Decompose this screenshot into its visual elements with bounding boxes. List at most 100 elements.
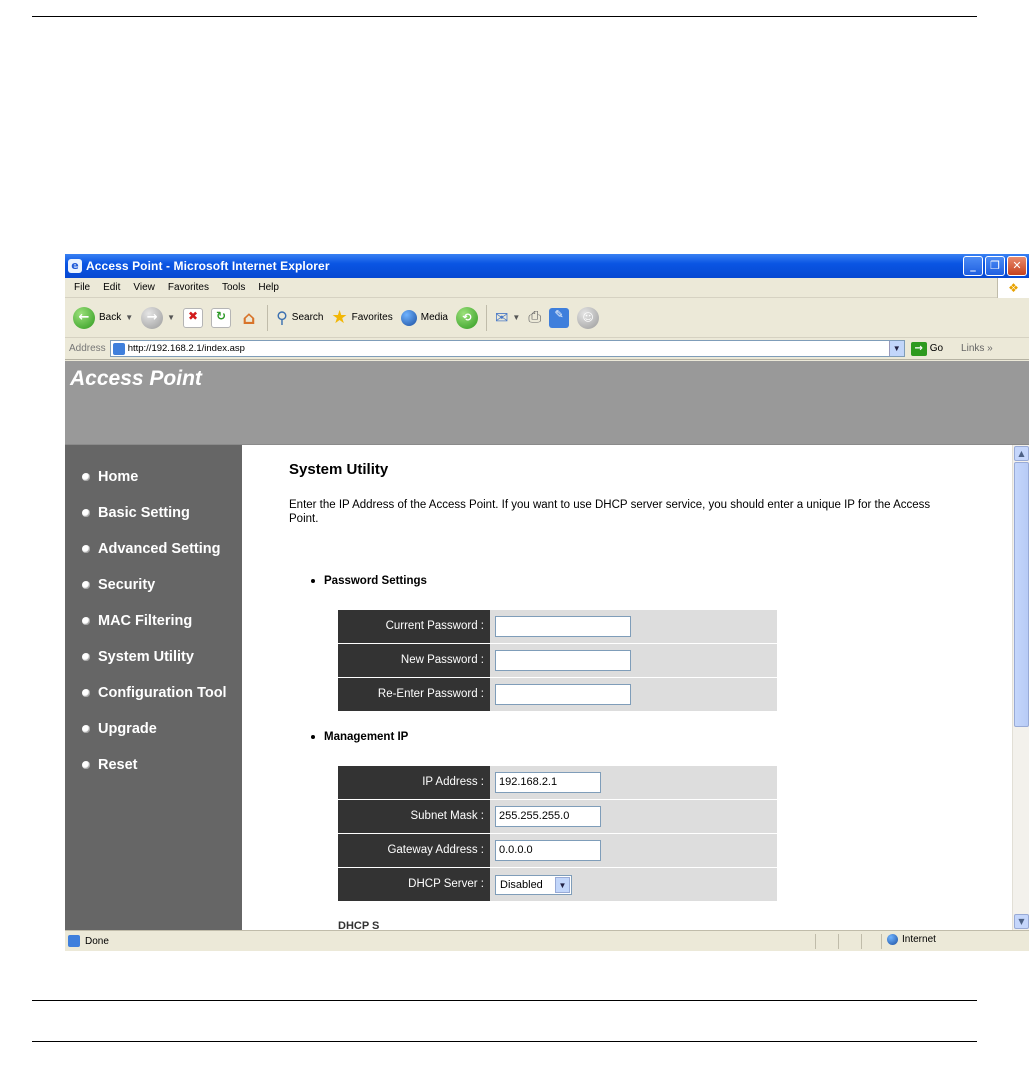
mail-icon: ✉ — [495, 309, 509, 327]
page-top-rule — [32, 16, 977, 17]
scroll-up-icon[interactable]: ▲ — [1014, 446, 1029, 461]
scroll-thumb[interactable] — [1014, 462, 1029, 727]
bullet-icon — [82, 473, 90, 481]
windows-logo-icon: ❖ — [997, 278, 1029, 298]
nav-label: Security — [98, 577, 156, 593]
bullet-icon — [82, 689, 90, 697]
back-button[interactable]: ← Back ▼ — [73, 306, 133, 329]
vertical-scrollbar[interactable]: ▲ ▼ — [1012, 445, 1029, 930]
intro-text: Enter the IP Address of the Access Point… — [289, 499, 931, 525]
status-text: Done — [85, 935, 109, 947]
edit-icon[interactable]: ✎ — [549, 307, 570, 328]
print-icon[interactable]: ⎙ — [528, 309, 541, 327]
dhcp-server-select[interactable]: Disabled ▼ — [495, 874, 572, 895]
go-button[interactable]: → Go — [910, 341, 944, 356]
menu-edit[interactable]: Edit — [103, 282, 120, 293]
page-bottom-rule — [32, 1041, 977, 1042]
go-arrow-icon: → — [910, 341, 927, 356]
mail-dropdown-icon[interactable]: ▼ — [512, 313, 520, 322]
main-content: System Utility Enter the IP Address of t… — [242, 445, 1012, 930]
nav-label: MAC Filtering — [98, 613, 193, 629]
nav-item-basic-setting[interactable]: Basic Setting — [65, 495, 242, 531]
gateway-address-field[interactable]: 0.0.0.0 — [495, 840, 601, 861]
header-banner: Access Point — [65, 361, 1029, 445]
nav-label: System Utility — [98, 649, 194, 665]
browser-window: e Access Point - Microsoft Internet Expl… — [65, 254, 1029, 951]
dhcp-server-value: Disabled — [500, 878, 543, 891]
window-title: Access Point - Microsoft Internet Explor… — [86, 259, 330, 273]
password-settings-table: Current Password : New Password : Re-Ent… — [338, 610, 777, 712]
subnet-mask-field[interactable]: 255.255.255.0 — [495, 806, 601, 827]
search-button[interactable]: ⚲ Search — [276, 308, 323, 328]
management-ip-table: IP Address : 192.168.2.1 Subnet Mask : 2… — [338, 766, 777, 902]
stop-icon[interactable]: ✖ — [183, 307, 204, 328]
form-row: Subnet Mask : 255.255.255.0 — [338, 800, 777, 833]
history-icon[interactable]: ⟲ — [456, 306, 478, 329]
links-button[interactable]: Links » — [961, 343, 993, 354]
menu-view[interactable]: View — [133, 282, 155, 293]
go-label: Go — [929, 343, 944, 354]
status-divider — [861, 934, 862, 949]
nav-item-mac-filtering[interactable]: MAC Filtering — [65, 603, 242, 639]
nav-item-security[interactable]: Security — [65, 567, 242, 603]
bullet-icon — [82, 725, 90, 733]
nav-item-upgrade[interactable]: Upgrade — [65, 711, 242, 747]
title-bar[interactable]: e Access Point - Microsoft Internet Expl… — [65, 254, 1029, 278]
form-row: New Password : — [338, 644, 777, 677]
bullet-icon — [82, 653, 90, 661]
maximize-button[interactable]: ❐ — [985, 256, 1005, 276]
nav-item-home[interactable]: Home — [65, 459, 242, 495]
home-icon[interactable]: ⌂ — [239, 308, 259, 329]
current-password-label: Current Password : — [338, 610, 490, 643]
close-button[interactable]: ✕ — [1007, 256, 1027, 276]
status-bar: Done Internet — [65, 930, 1029, 951]
minimize-button[interactable]: _ — [963, 256, 983, 276]
reenter-password-field[interactable] — [495, 684, 631, 705]
messenger-icon[interactable]: ☺ — [577, 306, 600, 329]
bullet-icon — [82, 581, 90, 589]
address-bar: Address http://192.168.2.1/index.asp ▼ →… — [65, 338, 1029, 360]
page-status-icon — [68, 935, 80, 947]
bullet-icon — [82, 761, 90, 769]
menu-tools[interactable]: Tools — [222, 282, 245, 293]
menu-file[interactable]: File — [74, 282, 90, 293]
security-zone: Internet — [887, 934, 936, 945]
address-label: Address — [69, 343, 106, 354]
bullet-icon — [311, 579, 315, 583]
forward-button[interactable]: → ▼ — [141, 306, 175, 329]
nav-label: Basic Setting — [98, 505, 190, 521]
status-divider — [815, 934, 816, 949]
forward-arrow-icon: → — [141, 306, 164, 329]
media-label: Media — [420, 312, 448, 323]
refresh-icon[interactable]: ↻ — [211, 307, 232, 328]
page-title: System Utility — [289, 461, 389, 478]
nav-item-configuration-tool[interactable]: Configuration Tool — [65, 675, 242, 711]
nav-item-system-utility[interactable]: System Utility — [65, 639, 242, 675]
favorites-label: Favorites — [351, 312, 393, 323]
nav-item-reset[interactable]: Reset — [65, 747, 242, 783]
nav-label: Advanced Setting — [98, 541, 221, 557]
page-bottom-rule — [32, 1000, 977, 1001]
address-dropdown-icon[interactable]: ▼ — [888, 341, 904, 356]
menu-favorites[interactable]: Favorites — [168, 282, 209, 293]
menu-help[interactable]: Help — [258, 282, 279, 293]
management-ip-heading: Management IP — [311, 731, 408, 743]
back-dropdown-icon[interactable]: ▼ — [125, 313, 133, 322]
media-button[interactable]: Media — [400, 309, 448, 326]
mail-button[interactable]: ✉ ▼ — [495, 308, 520, 328]
current-password-field[interactable] — [495, 616, 631, 637]
toolbar-separator — [486, 304, 487, 331]
search-label: Search — [291, 312, 324, 323]
toolbar: ← Back ▼ → ▼ ✖ ↻ ⌂ ⚲ Search ★ Favorites … — [65, 298, 1029, 338]
zone-label: Internet — [902, 934, 936, 945]
new-password-field[interactable] — [495, 650, 631, 671]
nav-item-advanced-setting[interactable]: Advanced Setting — [65, 531, 242, 567]
section-label: Management IP — [324, 731, 409, 743]
forward-dropdown-icon[interactable]: ▼ — [167, 313, 175, 322]
favorites-button[interactable]: ★ Favorites — [331, 307, 392, 328]
ip-address-field[interactable]: 192.168.2.1 — [495, 772, 601, 793]
chevron-down-icon: ▼ — [555, 876, 570, 893]
scroll-down-icon[interactable]: ▼ — [1014, 914, 1029, 929]
address-input[interactable]: http://192.168.2.1/index.asp ▼ — [109, 340, 905, 357]
subnet-mask-label: Subnet Mask : — [338, 800, 490, 833]
